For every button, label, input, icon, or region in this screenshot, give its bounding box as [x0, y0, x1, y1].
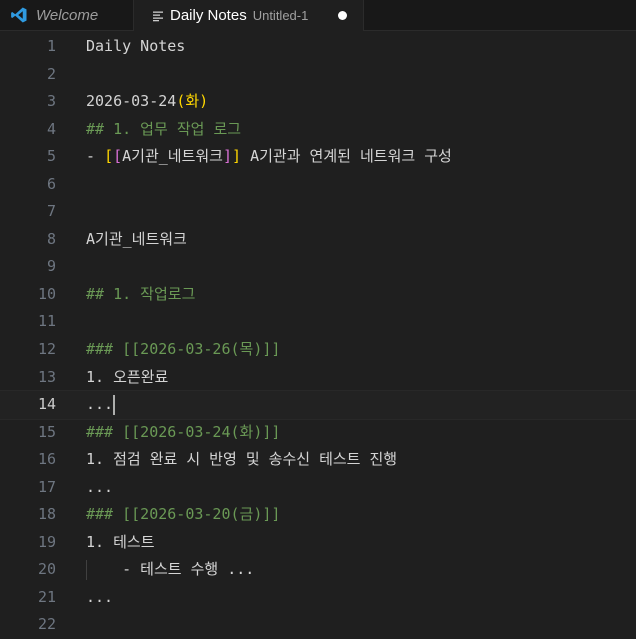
code-line[interactable]: 19 1. 테스트 — [0, 529, 636, 557]
bracket-open-inner: [ — [113, 147, 122, 165]
heading-text: ### [[2026-03-26(목)]] — [86, 336, 280, 364]
heading-text: ## 1. 작업로그 — [86, 281, 195, 309]
bracket-open-outer: [ — [104, 147, 113, 165]
code-line[interactable]: 6 — [0, 171, 636, 199]
code-line[interactable]: 3 2026-03-24(화) — [0, 88, 636, 116]
code-line[interactable]: 8 A기관_네트워크 — [0, 226, 636, 254]
line-text: 1. 테스트 — [86, 529, 155, 557]
date-text: 2026-03-24 — [86, 92, 176, 110]
code-line[interactable]: 11 — [0, 308, 636, 336]
line-text: - 테스트 수행 ... — [86, 556, 254, 584]
line-text: - [[A기관_네트워크]] A기관과 연계된 네트워크 구성 — [86, 143, 452, 171]
line-text-content: ... — [86, 395, 113, 413]
current-code-line[interactable]: 14... — [0, 391, 636, 419]
line-number: 4 — [0, 116, 56, 144]
tab-welcome-label: Welcome — [36, 7, 98, 24]
text-cursor — [113, 395, 115, 415]
code-line[interactable]: 10 ## 1. 작업로그 — [0, 281, 636, 309]
line-number: 6 — [0, 171, 56, 199]
code-line[interactable]: 20 - 테스트 수행 ... — [0, 556, 636, 584]
code-line[interactable]: 5- [[A기관_네트워크]] A기관과 연계된 네트워크 구성 — [0, 143, 636, 171]
line-text: ... — [86, 474, 113, 502]
code-line[interactable]: 4 ## 1. 업무 작업 로그 — [0, 116, 636, 144]
tab-welcome[interactable]: Welcome — [0, 0, 134, 30]
line-text: ... — [86, 584, 113, 612]
line-number: 3 — [0, 88, 56, 116]
line-text: 2026-03-24(화) — [86, 88, 208, 116]
heading-text: ### [[2026-03-24(화)]] — [86, 419, 280, 447]
tab-daily-notes[interactable]: Daily Notes Untitled-1 — [134, 0, 364, 31]
line-number: 16 — [0, 446, 56, 474]
line-number: 8 — [0, 226, 56, 254]
code-line[interactable]: 9 — [0, 253, 636, 281]
list-bullet: - — [86, 147, 104, 165]
line-number: 11 — [0, 308, 56, 336]
line-number: 20 — [0, 556, 56, 584]
code-line[interactable]: 2 — [0, 61, 636, 89]
line-number: 19 — [0, 529, 56, 557]
link-description: A기관과 연계된 네트워크 구성 — [241, 147, 452, 165]
editor-tab-bar: Welcome Daily Notes Untitled-1 — [0, 0, 636, 31]
line-text: ... — [86, 391, 115, 419]
code-line[interactable]: 13 1. 오픈완료 — [0, 364, 636, 392]
code-line[interactable]: 12 ### [[2026-03-26(목)]] — [0, 336, 636, 364]
line-text: A기관_네트워크 — [86, 226, 187, 254]
bracket-close-outer: ] — [232, 147, 241, 165]
line-number: 22 — [0, 611, 56, 639]
line-number: 9 — [0, 253, 56, 281]
code-line[interactable]: 7 — [0, 198, 636, 226]
line-number: 5 — [0, 143, 56, 171]
code-line[interactable]: 16 1. 점검 완료 시 반영 및 송수신 테스트 진행 — [0, 446, 636, 474]
line-number: 1 — [0, 33, 56, 61]
line-text: 1. 오픈완료 — [86, 364, 168, 392]
file-lines-icon — [152, 10, 164, 22]
editor-text-area[interactable]: 1 Daily Notes 2 3 2026-03-24(화) 4 ## 1. 업무 … — [0, 33, 636, 633]
tab-daily-notes-label: Daily Notes — [170, 7, 247, 24]
code-line[interactable]: 22 — [0, 611, 636, 639]
unsaved-dot-icon[interactable] — [338, 11, 347, 20]
code-line[interactable]: 1 Daily Notes — [0, 33, 636, 61]
line-text: Daily Notes — [86, 33, 185, 61]
line-number: 7 — [0, 198, 56, 226]
wiki-link-text[interactable]: A기관_네트워크 — [122, 147, 223, 165]
vscode-logo-icon — [10, 6, 28, 24]
code-line[interactable]: 18 ### [[2026-03-20(금)]] — [0, 501, 636, 529]
heading-text: ## 1. 업무 작업 로그 — [86, 116, 241, 144]
line-number: 18 — [0, 501, 56, 529]
code-line[interactable]: 21... — [0, 584, 636, 612]
line-number: 12 — [0, 336, 56, 364]
code-line[interactable]: 17... — [0, 474, 636, 502]
code-line[interactable]: 15 ### [[2026-03-24(화)]] — [0, 419, 636, 447]
bracket-close-inner: ] — [223, 147, 232, 165]
tab-daily-notes-description: Untitled-1 — [253, 8, 309, 23]
line-number: 21 — [0, 584, 56, 612]
line-number: 17 — [0, 474, 56, 502]
line-number: 13 — [0, 364, 56, 392]
line-number: 14 — [0, 391, 56, 419]
line-number: 2 — [0, 61, 56, 89]
heading-text: ### [[2026-03-20(금)]] — [86, 501, 280, 529]
line-number: 15 — [0, 419, 56, 447]
weekday-paren-text: (화) — [176, 92, 208, 110]
line-number: 10 — [0, 281, 56, 309]
line-text: 1. 점검 완료 시 반영 및 송수신 테스트 진행 — [86, 446, 397, 474]
